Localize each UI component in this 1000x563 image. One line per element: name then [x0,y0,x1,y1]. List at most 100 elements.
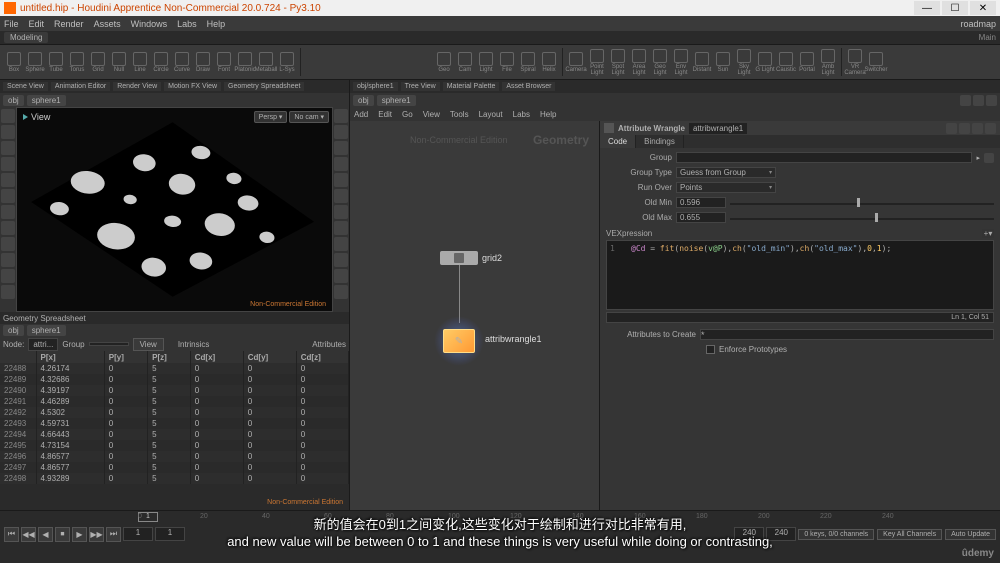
ss-path-node[interactable]: sphere1 [27,325,66,336]
shelf-tool-helix[interactable]: Helix [539,48,559,76]
net-menu-edit[interactable]: Edit [378,110,392,119]
display-opt-7[interactable] [334,205,348,219]
play-back[interactable]: ◀ [38,527,53,542]
maximize-button[interactable]: ☐ [942,1,968,15]
minimize-button[interactable]: — [914,1,940,15]
tab-bindings[interactable]: Bindings [636,135,684,148]
net-menu-layout[interactable]: Layout [479,110,503,119]
scale-tool[interactable] [1,157,15,171]
camera-dropdown[interactable]: No cam ▾ [289,111,329,123]
display-opt-11[interactable] [334,269,348,283]
inspect-tool[interactable] [1,205,15,219]
tab-geo-spreadsheet[interactable]: Geometry Spreadsheet [224,82,304,91]
frame-end[interactable]: 240 [766,527,796,541]
menu-render[interactable]: Render [54,19,84,29]
persp-dropdown[interactable]: Persp ▾ [254,111,288,123]
table-row[interactable]: 224914.4628905000 [0,396,349,407]
table-row[interactable]: 224904.3919705000 [0,385,349,396]
path-node[interactable]: sphere1 [27,95,66,106]
shelf-tool-curve[interactable]: Curve [172,48,192,76]
menu-windows[interactable]: Windows [131,19,168,29]
ss-group-field[interactable] [89,342,129,346]
play-backfast[interactable]: ◀◀ [21,527,36,542]
grouptype-dropdown[interactable]: Guess from Group [676,167,776,178]
shelf-tool-box[interactable]: Box [4,48,24,76]
net-path-node[interactable]: sphere1 [377,95,416,106]
play-last[interactable]: ⏭ [106,527,121,542]
tab-render-view[interactable]: Render View [113,82,161,91]
tab-tree-view[interactable]: Tree View [401,82,440,91]
select-tool[interactable] [1,109,15,123]
snap-tool[interactable] [1,221,15,235]
shelf-tool-grid[interactable]: Grid [88,48,108,76]
play-first[interactable]: ⏮ [4,527,19,542]
shelf-tool-circle[interactable]: Circle [151,48,171,76]
shelf-tool-sky-light[interactable]: Sky Light [734,48,754,76]
tab-material-palette[interactable]: Material Palette [443,82,500,91]
shelf-tool-spiral[interactable]: Spiral [518,48,538,76]
shelf-tool-metaball[interactable]: Metaball [256,48,276,76]
path-obj[interactable]: obj [3,95,24,106]
display-opt-12[interactable] [334,285,348,299]
net-menu-labs[interactable]: Labs [513,110,530,119]
net-path-obj[interactable]: obj [353,95,374,106]
shelf-tool-l-sys[interactable]: L-Sys [277,48,297,76]
table-row[interactable]: 224944.6644305000 [0,429,349,440]
rotate-tool[interactable] [1,141,15,155]
net-menu-go[interactable]: Go [402,110,413,119]
table-row[interactable]: 224984.9328905000 [0,473,349,484]
view-tool[interactable] [1,189,15,203]
display-opt-4[interactable] [334,157,348,171]
shelf-tool-amb-light[interactable]: Amb Light [818,48,838,76]
oldmin-input[interactable]: 0.596 [676,197,726,208]
keys-info[interactable]: 0 keys, 0/0 channels [798,529,874,540]
node-attribwrangle[interactable]: ✎ [441,323,477,359]
node-grid[interactable]: grid2 [440,251,502,265]
attrs-create-input[interactable]: * [700,329,994,340]
vex-code-editor[interactable]: 1 @Cd = fit(noise(v@P),ch("old_min"),ch(… [606,240,994,310]
shelf-tool-portal[interactable]: Portal [797,48,817,76]
tab-asset-browser[interactable]: Asset Browser [502,82,555,91]
frame-endrange[interactable]: 240 [734,527,764,541]
shelf-tool-area-light[interactable]: Area Light [629,48,649,76]
viewport-3d[interactable]: View Persp ▾ No cam ▾ Non-Commercial Edi… [16,107,333,312]
shelf-tool-distant[interactable]: Distant [692,48,712,76]
extra-tool-3[interactable] [1,269,15,283]
auto-update-toggle[interactable]: Auto Update [945,529,996,540]
extra-tool-1[interactable] [1,237,15,251]
display-opt-5[interactable] [334,173,348,187]
shelf-tool-tube[interactable]: Tube [46,48,66,76]
shelf-tool-vr-camera[interactable]: VR Camera [845,48,865,76]
shelf-tool-camera[interactable]: Camera [566,48,586,76]
display-opt-6[interactable] [334,189,348,203]
menu-edit[interactable]: Edit [29,19,45,29]
tab-scene-view[interactable]: Scene View [3,82,48,91]
runover-dropdown[interactable]: Points [676,182,776,193]
display-opt-9[interactable] [334,237,348,251]
timeline-ruler[interactable]: 1 020406080100120140160180200220240 [0,511,1000,523]
display-opt-8[interactable] [334,221,348,235]
ss-path-obj[interactable]: obj [3,325,24,336]
shelf-tool-spot-light[interactable]: Spot Light [608,48,628,76]
tab-network[interactable]: obj/sphere1 [353,82,398,91]
menu-assets[interactable]: Assets [94,19,121,29]
tab-anim-editor[interactable]: Animation Editor [51,82,110,91]
shelf-tool-cam[interactable]: Cam [455,48,475,76]
menu-help[interactable]: Help [207,19,226,29]
shelf-tool-caustic[interactable]: Caustic [776,48,796,76]
shelf-tool-line[interactable]: Line [130,48,150,76]
oldmax-input[interactable]: 0.655 [676,212,726,223]
spreadsheet-table[interactable]: P[x]P[y]P[z]Cd[x]Cd[y]Cd[z]224884.261740… [0,351,349,499]
shelf-tool-geo-light[interactable]: Geo Light [650,48,670,76]
net-menu-view[interactable]: View [423,110,440,119]
network-editor[interactable]: Non-Commercial Edition Geometry grid2 ✎ … [350,121,600,510]
tab-motionfx[interactable]: Motion FX View [164,82,221,91]
shelf-tool-torus[interactable]: Torus [67,48,87,76]
net-menu-help[interactable]: Help [540,110,556,119]
table-row[interactable]: 224934.5973105000 [0,418,349,429]
ss-view-dropdown[interactable]: View [133,338,164,351]
handle-tool[interactable] [1,173,15,187]
shelf-tool-switcher[interactable]: Switcher [866,48,886,76]
table-row[interactable]: 224884.2617405000 [0,363,349,374]
tab-code[interactable]: Code [600,135,636,148]
